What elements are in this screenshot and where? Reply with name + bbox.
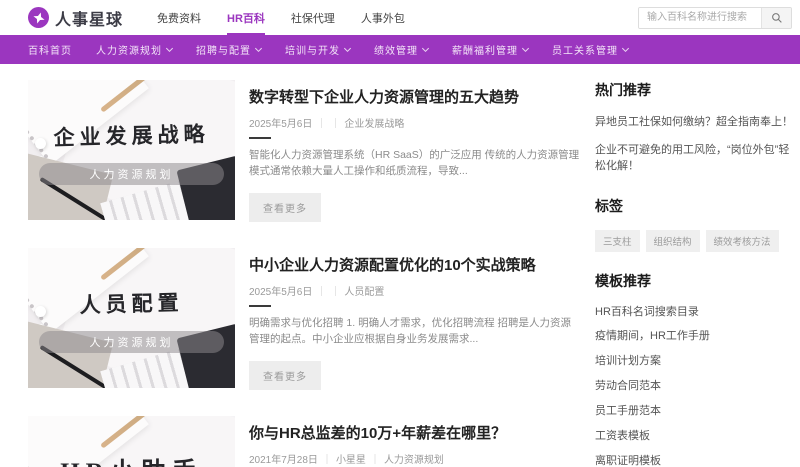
tag[interactable]: 组织结构 xyxy=(646,230,700,252)
article-thumbnail[interactable]: 企业发展战略 人力资源规划 xyxy=(28,80,235,220)
article-title[interactable]: 数字转型下企业人力资源管理的五大趋势 xyxy=(249,88,580,108)
brand-logo[interactable]: 人事星球 xyxy=(28,6,123,30)
article-date: 2025年5月6日 xyxy=(249,283,312,298)
article-body: 数字转型下企业人力资源管理的五大趋势 2025年5月6日 ｜ ｜ 企业发展战略 … xyxy=(249,80,580,222)
cnav-employee-relations[interactable]: 员工关系管理 xyxy=(552,42,628,57)
chevron-down-icon xyxy=(255,44,262,51)
article-author[interactable]: 小星星 xyxy=(336,451,366,466)
search-input[interactable] xyxy=(639,8,761,28)
article-excerpt: 明确需求与优化招聘 1. 明确人才需求，优化招聘流程 招聘是人力资源管理的起点。… xyxy=(249,315,580,349)
tags-title: 标签 xyxy=(595,196,793,216)
tag[interactable]: 绩效考核方法 xyxy=(706,230,779,252)
sidebar: 热门推荐 异地员工社保如何缴纳？超全指南奉上！ 企业不可避免的用工风险，“岗位外… xyxy=(595,80,793,467)
cnav-wiki-home[interactable]: 百科首页 xyxy=(28,42,72,57)
article-title[interactable]: 你与HR总监差的10万+年薪差在哪里？ xyxy=(249,424,580,444)
article-date: 2021年7月28日 xyxy=(249,451,318,466)
brand-name: 人事星球 xyxy=(55,6,123,30)
article-excerpt: 智能化人力资源管理系统（HR SaaS）的广泛应用 传统的人力资源管理模式通常依… xyxy=(249,147,580,181)
article-list: 企业发展战略 人力资源规划 数字转型下企业人力资源管理的五大趋势 2025年5月… xyxy=(28,80,580,467)
hot-item[interactable]: 企业不可避免的用工风险，“岗位外包”轻松化解！ xyxy=(595,142,793,175)
article-body: 你与HR总监差的10万+年薪差在哪里？ 2021年7月28日 ｜ 小星星 ｜ 人… xyxy=(249,416,580,467)
search-icon xyxy=(771,12,783,24)
template-item[interactable]: HR百科名词搜索目录 xyxy=(595,305,793,321)
chevron-down-icon xyxy=(166,44,173,51)
chevron-down-icon xyxy=(344,44,351,51)
top-nav: 免费资料 HR百科 社保代理 人事外包 xyxy=(157,0,405,35)
article-date: 2025年5月6日 xyxy=(249,115,312,130)
chevron-down-icon xyxy=(422,44,429,51)
tags-section: 标签 三支柱 组织结构 绩效考核方法 xyxy=(595,196,793,252)
article-category[interactable]: 企业发展战略 xyxy=(344,115,404,130)
templates-title: 模板推荐 xyxy=(595,271,793,291)
top-nav-social-insurance[interactable]: 社保代理 xyxy=(291,0,335,35)
read-more-button[interactable]: 查看更多 xyxy=(249,193,321,222)
tag[interactable]: 三支柱 xyxy=(595,230,640,252)
article-meta: 2025年5月6日 ｜ ｜ 人员配置 xyxy=(249,283,580,298)
search-button[interactable] xyxy=(761,8,791,28)
top-nav-hr-wiki[interactable]: HR百科 xyxy=(227,0,265,35)
category-nav: 百科首页 人力资源规划 招聘与配置 培训与开发 绩效管理 薪酬福利管理 员工关系… xyxy=(0,35,800,64)
template-item[interactable]: 离职证明模板 xyxy=(595,454,793,467)
chevron-down-icon xyxy=(522,44,529,51)
cnav-recruiting[interactable]: 招聘与配置 xyxy=(196,42,261,57)
content: 企业发展战略 人力资源规划 数字转型下企业人力资源管理的五大趋势 2025年5月… xyxy=(0,64,800,467)
article-card: 人员配置 人力资源规划 中小企业人力资源配置优化的10个实战策略 2025年5月… xyxy=(28,248,580,390)
thumbnail-caption: 企业发展战略 xyxy=(28,117,235,152)
thumbnail-badge: 人力资源规划 xyxy=(39,331,224,353)
cnav-hr-planning[interactable]: 人力资源规划 xyxy=(96,42,172,57)
cnav-training[interactable]: 培训与开发 xyxy=(285,42,350,57)
template-item[interactable]: 疫情期间，HR工作手册 xyxy=(595,329,793,345)
article-card: 企业发展战略 人力资源规划 数字转型下企业人力资源管理的五大趋势 2025年5月… xyxy=(28,80,580,222)
hot-item[interactable]: 异地员工社保如何缴纳？超全指南奉上！ xyxy=(595,114,793,131)
article-card: HR小助手 你与HR总监差的10万+年薪差在哪里？ 2021年7月28日 ｜ 小… xyxy=(28,416,580,467)
template-item[interactable]: 培训计划方案 xyxy=(595,354,793,370)
chevron-down-icon xyxy=(622,44,629,51)
top-nav-hr-outsourcing[interactable]: 人事外包 xyxy=(361,0,405,35)
article-title[interactable]: 中小企业人力资源配置优化的10个实战策略 xyxy=(249,256,580,276)
read-more-button[interactable]: 查看更多 xyxy=(249,361,321,390)
search-box xyxy=(638,7,792,29)
page: 人事星球 免费资料 HR百科 社保代理 人事外包 百科首页 人力资源规划 招聘与… xyxy=(0,0,800,467)
template-item[interactable]: 工资表模板 xyxy=(595,429,793,445)
thumbnail-badge: 人力资源规划 xyxy=(39,163,224,185)
article-meta: 2021年7月28日 ｜ 小星星 ｜ 人力资源规划 xyxy=(249,451,580,466)
article-category[interactable]: 人力资源规划 xyxy=(384,451,444,466)
article-thumbnail[interactable]: 人员配置 人力资源规划 xyxy=(28,248,235,388)
cnav-performance[interactable]: 绩效管理 xyxy=(374,42,428,57)
hot-title: 热门推荐 xyxy=(595,80,793,100)
tag-list: 三支柱 组织结构 绩效考核方法 xyxy=(595,230,793,252)
article-thumbnail[interactable]: HR小助手 xyxy=(28,416,235,467)
thumbnail-caption: HR小助手 xyxy=(28,452,235,467)
template-item[interactable]: 员工手册范本 xyxy=(595,404,793,420)
template-recommendations: 模板推荐 HR百科名词搜索目录 疫情期间，HR工作手册 培训计划方案 劳动合同范… xyxy=(595,271,793,467)
thumbnail-caption: 人员配置 xyxy=(28,285,235,320)
cnav-compensation[interactable]: 薪酬福利管理 xyxy=(452,42,528,57)
article-meta: 2025年5月6日 ｜ ｜ 企业发展战略 xyxy=(249,115,580,130)
hot-recommendations: 热门推荐 异地员工社保如何缴纳？超全指南奉上！ 企业不可避免的用工风险，“岗位外… xyxy=(595,80,793,175)
top-nav-free-resources[interactable]: 免费资料 xyxy=(157,0,201,35)
divider xyxy=(249,305,271,307)
divider xyxy=(249,137,271,139)
article-body: 中小企业人力资源配置优化的10个实战策略 2025年5月6日 ｜ ｜ 人员配置 … xyxy=(249,248,580,390)
brand-star-icon xyxy=(28,7,49,28)
site-header: 人事星球 免费资料 HR百科 社保代理 人事外包 xyxy=(0,0,800,35)
template-item[interactable]: 劳动合同范本 xyxy=(595,379,793,395)
article-category[interactable]: 人员配置 xyxy=(344,283,384,298)
